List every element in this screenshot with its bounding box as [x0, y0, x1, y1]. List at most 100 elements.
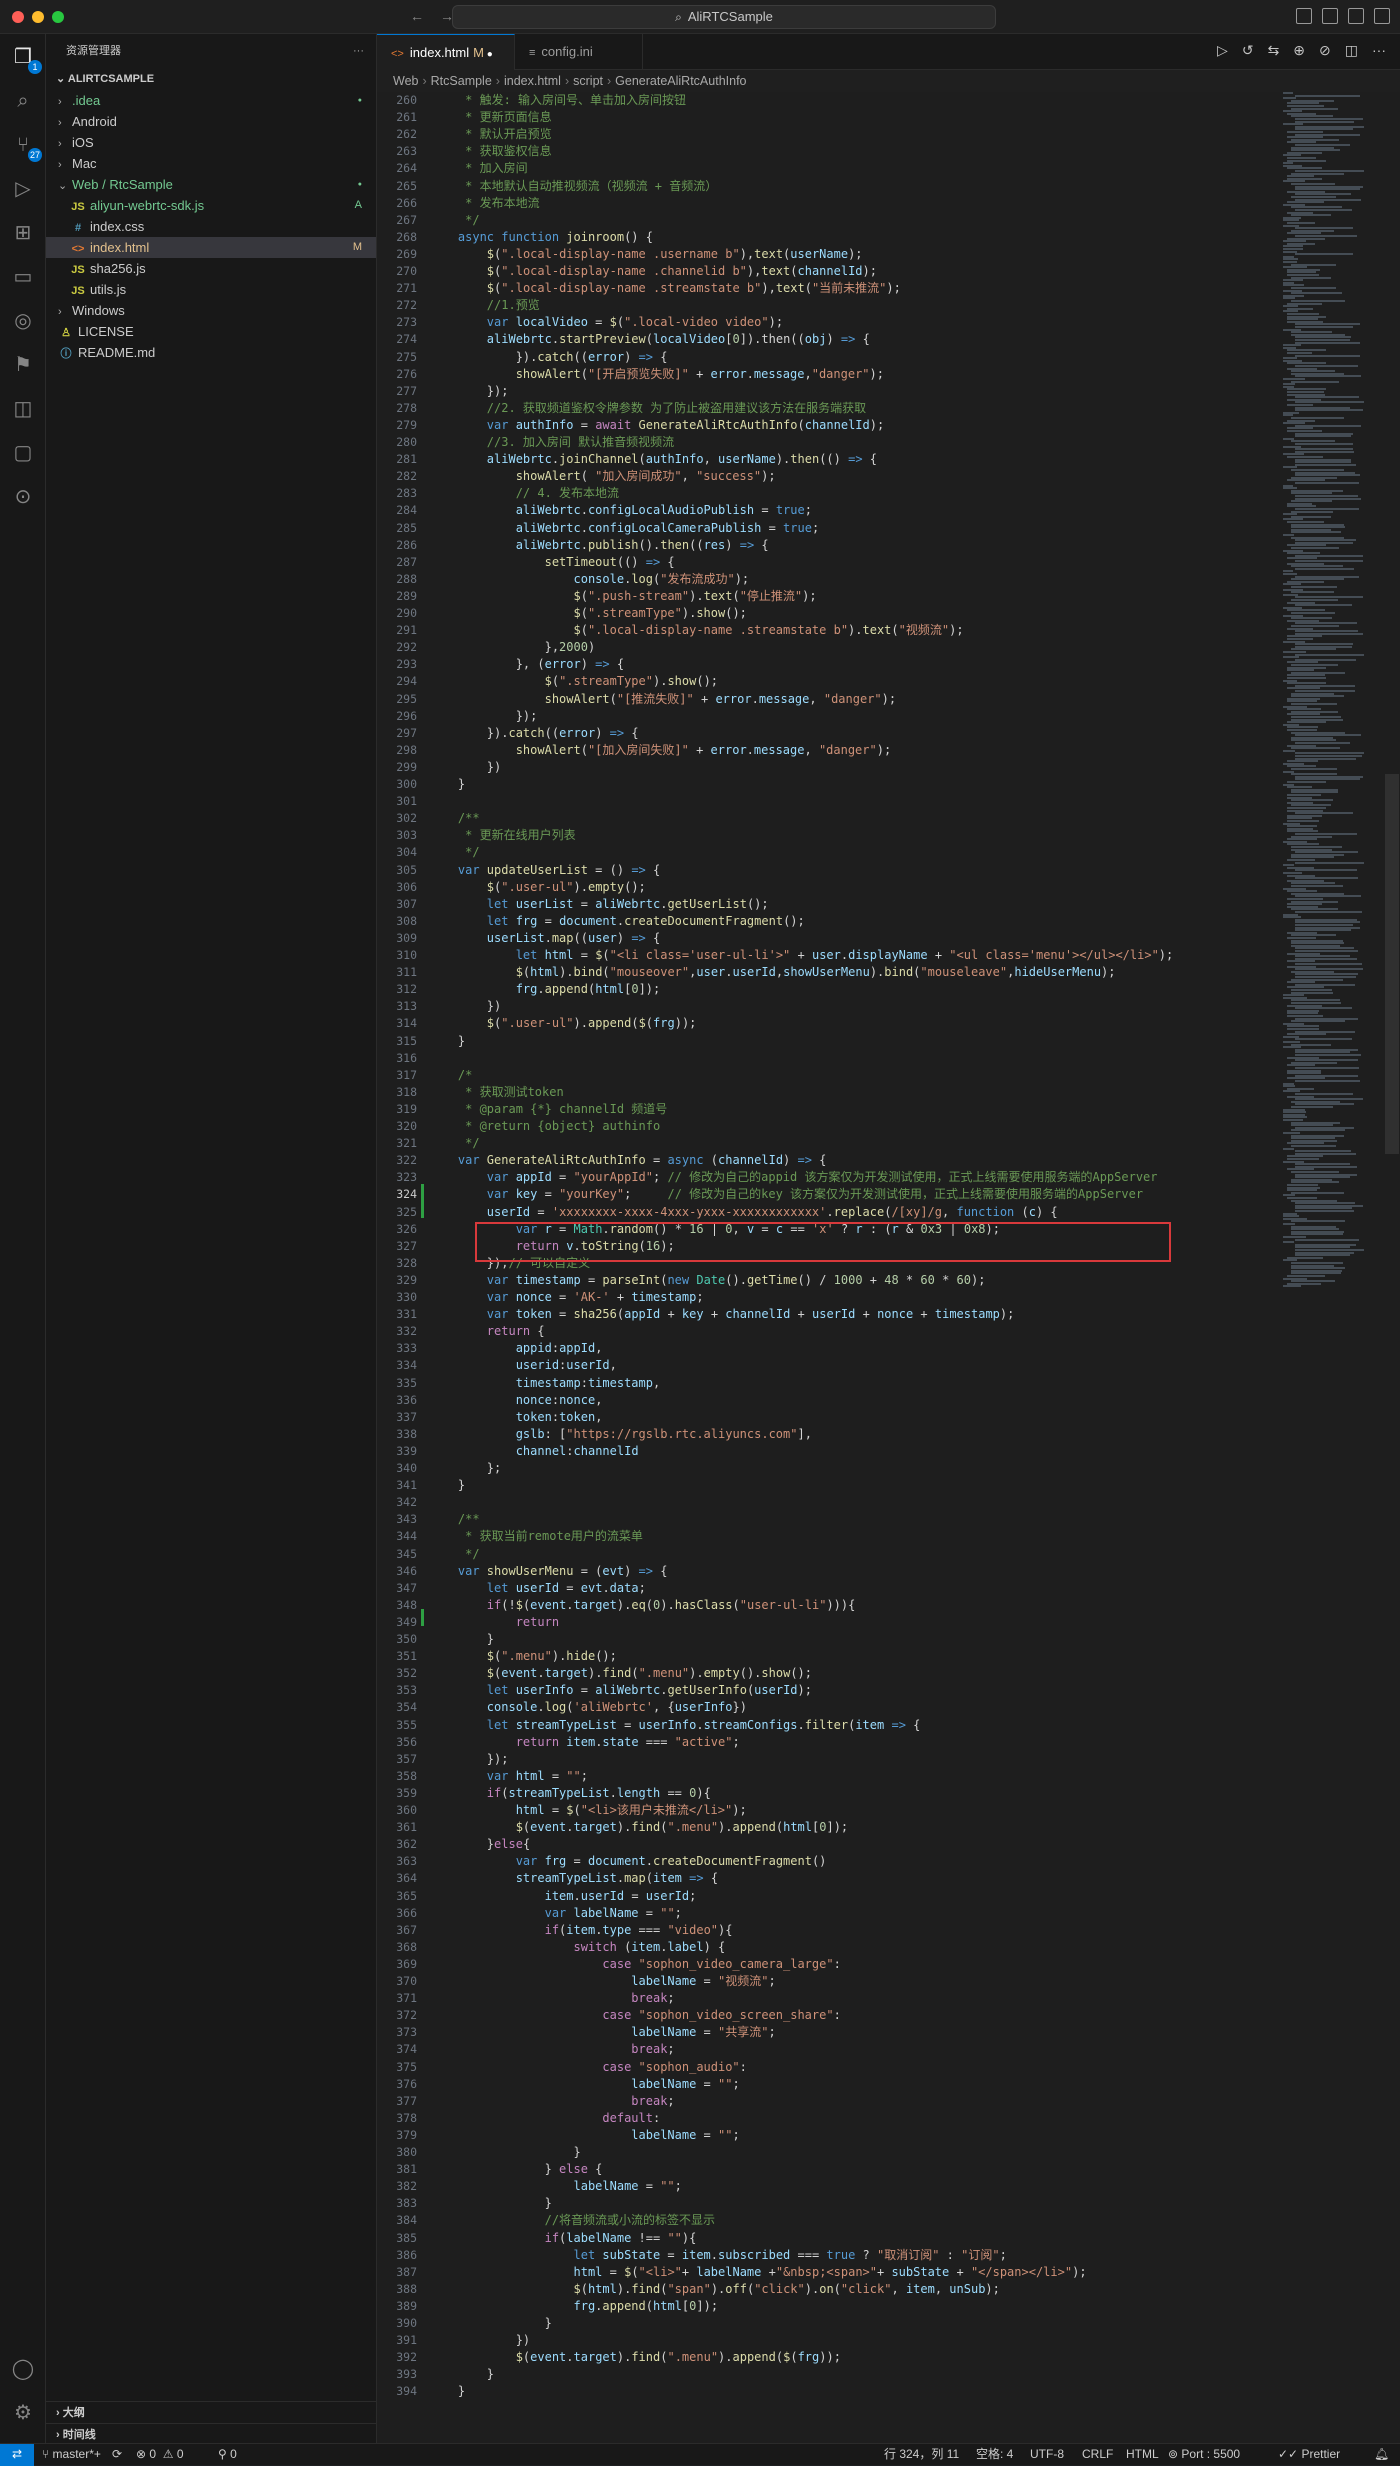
code-token: target	[544, 1666, 588, 1681]
tree-item[interactable]: JS aliyun-webrtc-sdk.js A	[46, 195, 376, 216]
open-preview-icon[interactable]: ⊘	[1319, 42, 1331, 58]
run-debug-icon[interactable]: ▷	[8, 174, 38, 204]
settings-gear-icon[interactable]: ⚙	[8, 2398, 38, 2428]
eol-status[interactable]: CRLF	[1082, 2444, 1113, 2465]
tree-item[interactable]: JS sha256.js	[46, 258, 376, 279]
tree-item[interactable]: › Mac	[46, 153, 376, 174]
tree-item[interactable]: › .idea ●	[46, 90, 376, 111]
outline-section[interactable]: › 大纲	[46, 2401, 376, 2423]
code-token: $	[429, 2281, 581, 2296]
tab-index-html[interactable]: <> index.html M ●	[377, 34, 515, 70]
tree-item[interactable]: › iOS	[46, 132, 376, 153]
git-graph-icon[interactable]: ⊙	[8, 482, 38, 512]
language-mode[interactable]: HTML	[1126, 2444, 1159, 2465]
vertical-scrollbar[interactable]	[1385, 774, 1399, 1154]
code-token: off	[725, 2281, 747, 2296]
code-token: error	[710, 742, 747, 757]
minimap[interactable]	[1277, 92, 1387, 2429]
tree-item[interactable]: › Android	[46, 111, 376, 132]
run-icon[interactable]: ▷	[1217, 42, 1228, 58]
line-number: 324	[396, 1187, 417, 1202]
compare-icon[interactable]: ⇆	[1268, 42, 1280, 58]
line-number: 314	[396, 1016, 417, 1031]
indentation-status[interactable]: 空格: 4	[976, 2444, 1013, 2465]
code-line: labelName = "共享流";	[429, 2024, 775, 2041]
maximize-window-button[interactable]	[52, 11, 64, 23]
more-icon[interactable]: ···	[1372, 42, 1386, 58]
code-token: timestamp	[631, 1290, 697, 1304]
prettier-status[interactable]: ✓✓ Prettier	[1278, 2444, 1340, 2465]
code-token: +	[688, 742, 711, 757]
code-token: target	[573, 1820, 617, 1835]
code-token: "[加入房间失败]"	[587, 742, 689, 757]
code-token: timestamp	[515, 1272, 581, 1287]
code-token: unSub	[949, 2281, 986, 2296]
minimap-line	[1295, 435, 1351, 438]
code-token: Date	[696, 1272, 726, 1287]
close-window-button[interactable]	[12, 11, 24, 23]
ports-status[interactable]: ⚲ 0	[218, 2444, 237, 2465]
breadcrumb-item[interactable]: RtcSample	[431, 74, 492, 88]
line-number: 386	[396, 2247, 417, 2262]
tree-item[interactable]: ⌄ Web / RtcSample ●	[46, 174, 376, 195]
split-editor-icon[interactable]: ◫	[1345, 42, 1358, 58]
encoding-status[interactable]: UTF-8	[1030, 2444, 1064, 2465]
line-number: 351	[396, 1649, 417, 1664]
tree-item[interactable]: <> index.html M	[46, 237, 376, 258]
tab-config-ini[interactable]: ≡ config.ini	[515, 34, 643, 70]
code-line: html = $("<li>该用户未推流</li>");	[429, 1802, 747, 1819]
minimize-window-button[interactable]	[32, 11, 44, 23]
chat-icon[interactable]: ▢	[8, 438, 38, 468]
customize-layout-icon[interactable]	[1374, 7, 1390, 24]
tree-item[interactable]: ♙ LICENSE	[46, 321, 376, 342]
notifications-bell-icon[interactable]: 🔔︎	[1374, 2444, 1389, 2465]
chevron-right-icon: ›	[58, 117, 62, 129]
workspace-root[interactable]: ⌄ ALIRTCSAMPLE	[46, 68, 376, 90]
code-token: default	[429, 2110, 653, 2125]
code-line: case "sophon_video_camera_large":	[429, 1956, 840, 1973]
gitlens-icon[interactable]: ◎	[8, 306, 38, 336]
live-server-port[interactable]: ⊚ Port : 5500	[1168, 2444, 1240, 2465]
code-token: +	[862, 1272, 885, 1287]
breadcrumb-item[interactable]: script	[573, 74, 603, 88]
remote-indicator-icon[interactable]: ⇄	[0, 2444, 34, 2466]
command-center-search[interactable]: ⌕ AliRTCSample	[452, 5, 996, 29]
extensions-icon[interactable]: ⊞	[8, 218, 38, 248]
breadcrumb-item[interactable]: GenerateAliRtcAuthInfo	[615, 74, 746, 88]
git-compare-icon[interactable]: ⊕	[1293, 42, 1305, 58]
more-actions-icon[interactable]: ···	[353, 34, 364, 68]
cursor-position[interactable]: 行 324，列 11	[884, 2444, 959, 2465]
breadcrumb-item[interactable]: Web	[393, 74, 418, 88]
breadcrumb-item[interactable]: index.html	[504, 74, 561, 88]
tree-item[interactable]: ⓘ README.md	[46, 342, 376, 363]
tree-item[interactable]: JS utils.js	[46, 279, 376, 300]
branch-status[interactable]: ⑂ master*+	[42, 2444, 101, 2465]
code-token: (	[891, 623, 899, 638]
code-token: subState	[891, 2264, 950, 2279]
account-icon[interactable]: ◯	[8, 2354, 38, 2384]
toggle-panel-icon[interactable]	[1322, 7, 1338, 24]
source-control-icon[interactable]: ⑂ 27	[8, 130, 42, 162]
code-token: .	[580, 520, 588, 535]
code-token: ]).then((	[739, 332, 805, 347]
code-token: 0	[631, 982, 639, 997]
code-token: "订阅"	[961, 2247, 1000, 2262]
problems-status[interactable]: ⊗ 0 ⚠ 0	[136, 2444, 184, 2465]
docker-icon[interactable]: ◫	[8, 394, 38, 424]
back-arrow-icon[interactable]: ←	[410, 8, 424, 24]
toggle-secondary-sidebar-icon[interactable]	[1348, 7, 1364, 24]
tree-item[interactable]: # index.css	[46, 216, 376, 237]
minimap-line	[1295, 463, 1356, 466]
outline-label: 大纲	[62, 2407, 85, 2419]
toggle-primary-sidebar-icon[interactable]	[1296, 7, 1312, 24]
history-icon[interactable]: ↺	[1242, 42, 1254, 58]
timeline-section[interactable]: › 时间线	[46, 2423, 376, 2445]
sync-icon[interactable]: ⟳	[112, 2444, 122, 2465]
tree-item[interactable]: › Windows	[46, 300, 376, 321]
explorer-icon[interactable]: ❐ 1	[8, 42, 42, 74]
bookmarks-icon[interactable]: ⚑	[8, 350, 38, 380]
code-token: .	[696, 1717, 704, 1732]
unsaved-dot-icon[interactable]: ●	[484, 49, 493, 60]
remote-explorer-icon[interactable]: ▭	[8, 262, 38, 292]
search-view-icon[interactable]: ⌕	[8, 86, 38, 116]
